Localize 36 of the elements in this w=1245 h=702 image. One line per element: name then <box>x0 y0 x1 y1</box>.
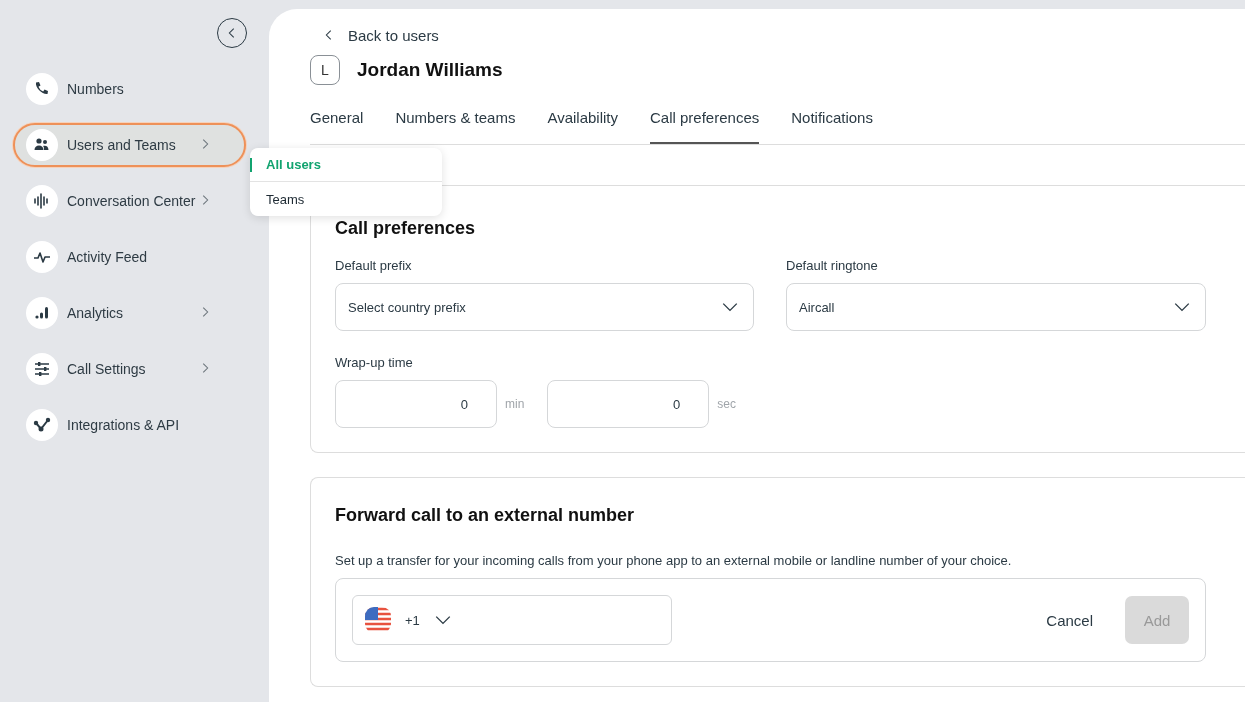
country-prefix-dropdown[interactable]: Select country prefix <box>335 283 754 331</box>
sidebar-item[interactable]: Activity Feed <box>13 235 246 279</box>
sidebar-item[interactable]: Analytics <box>13 291 246 335</box>
sidebar-item[interactable]: Users and Teams <box>13 123 246 167</box>
sidebar-item[interactable]: Call Settings <box>13 347 246 391</box>
sidebar-item[interactable]: Numbers <box>13 67 246 111</box>
sidebar-item[interactable]: Integrations & API <box>13 403 246 447</box>
seconds-field[interactable]: 0 <box>547 380 710 428</box>
submenu-item[interactable]: Teams <box>250 182 442 216</box>
tab[interactable]: Call preferences <box>650 103 760 144</box>
flag-icon <box>365 607 391 633</box>
sound-wave-icon <box>33 192 51 210</box>
cancel-button[interactable]: Cancel <box>1040 610 1099 630</box>
minutes-field[interactable]: 0 <box>335 380 497 428</box>
user-name: Jordan Williams <box>357 59 503 81</box>
section-title: Forward call to an external number <box>335 505 636 526</box>
tab[interactable]: Notifications <box>791 103 873 144</box>
sliders-icon <box>33 360 51 378</box>
country-code: +1 <box>405 612 420 628</box>
field-label: Default prefix <box>335 258 413 273</box>
description-text: Set up a transfer for your incoming calls from your phone app to an external mobile or landline number of your choice. <box>335 553 1013 568</box>
phone-number-field[interactable]: +1 <box>352 595 672 645</box>
unit-label: min <box>505 397 525 411</box>
section-title: Call preferences <box>335 218 477 239</box>
tab[interactable]: General <box>310 103 364 144</box>
unit-label: sec <box>717 397 737 411</box>
tab[interactable]: Numbers & teams <box>395 103 516 144</box>
sidebar-item[interactable]: Conversation Center <box>13 179 246 223</box>
ringtone-dropdown[interactable]: Aircall <box>786 283 1206 331</box>
field-label: Default ringtone <box>786 258 879 273</box>
selection-indicator <box>250 158 252 172</box>
tab[interactable]: Availability <box>547 103 618 144</box>
back-link[interactable]: Back to users <box>310 25 439 45</box>
user-avatar: L <box>310 55 340 85</box>
connected-nodes-icon <box>33 416 51 434</box>
field-label: Wrap-up time <box>335 355 414 370</box>
